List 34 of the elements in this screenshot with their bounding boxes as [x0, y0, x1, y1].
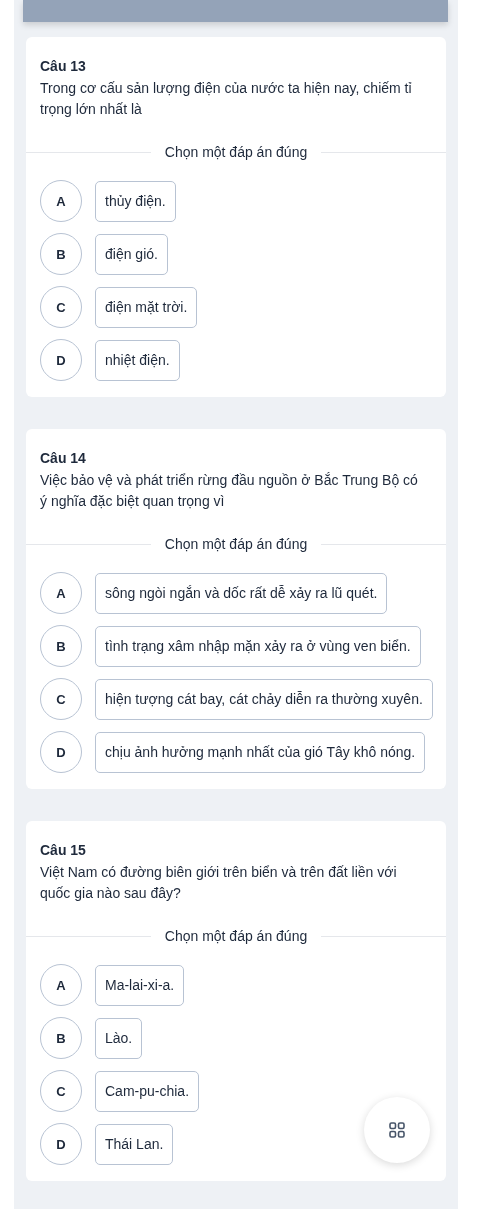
- answer-option[interactable]: hiện tượng cát bay, cát chảy diễn ra thường xuyên.: [95, 678, 433, 720]
- option-letter-button[interactable]: B: [40, 625, 82, 667]
- option-letter-button[interactable]: C: [40, 1070, 82, 1112]
- question-text: Việt Nam có đường biên giới trên biển và trên đất liền với quốc gia nào sau đây?: [40, 863, 398, 903]
- instruction-text: Chọn một đáp án đúng: [164, 144, 308, 160]
- answer-option[interactable]: Cam-pu-chia.: [95, 1070, 200, 1112]
- option-letter-button[interactable]: A: [40, 964, 82, 1006]
- answer-option[interactable]: điện mặt trời.: [95, 286, 198, 328]
- answer-option[interactable]: điện gió.: [95, 233, 168, 275]
- answer-option[interactable]: tình trạng xâm nhập mặn xảy ra ở vùng ven biển.: [95, 625, 421, 667]
- option-letter-button[interactable]: D: [40, 339, 82, 381]
- option-letter-button[interactable]: D: [40, 1123, 82, 1165]
- question-title: Câu 14: [40, 449, 87, 467]
- answer-option[interactable]: thủy điện.: [95, 180, 176, 222]
- answer-option[interactable]: nhiệt điện.: [95, 339, 180, 381]
- option-letter-button[interactable]: C: [40, 678, 82, 720]
- option-letter-button[interactable]: D: [40, 731, 82, 773]
- option-letter-button[interactable]: A: [40, 180, 82, 222]
- question-title: Câu 15: [40, 841, 87, 859]
- option-letter-button[interactable]: B: [40, 233, 82, 275]
- answer-option[interactable]: Ma-lai-xi-a.: [95, 964, 185, 1006]
- instruction-text: Chọn một đáp án đúng: [164, 928, 308, 944]
- answer-option[interactable]: Lào.: [95, 1017, 143, 1059]
- option-letter-button[interactable]: C: [40, 286, 82, 328]
- option-letter-button[interactable]: A: [40, 572, 82, 614]
- question-title: Câu 13: [40, 57, 87, 75]
- grid-icon: [389, 1122, 405, 1138]
- answer-option[interactable]: Thái Lan.: [95, 1123, 174, 1165]
- question-text: Trong cơ cấu sản lượng điện của nước ta hiện nay, chiếm tỉ trọng lớn nhất là: [40, 79, 413, 119]
- answer-option[interactable]: sông ngòi ngắn và dốc rất dễ xảy ra lũ quét.: [95, 572, 388, 614]
- answer-option[interactable]: chịu ảnh hưởng mạnh nhất của gió Tây khô nóng.: [95, 731, 426, 773]
- question-text: Việc bảo vệ và phát triển rừng đầu nguồn ở Bắc Trung Bộ có ý nghĩa đặc biệt quan trọng vì: [40, 471, 419, 511]
- option-letter-button[interactable]: B: [40, 1017, 82, 1059]
- instruction-text: Chọn một đáp án đúng: [164, 536, 308, 552]
